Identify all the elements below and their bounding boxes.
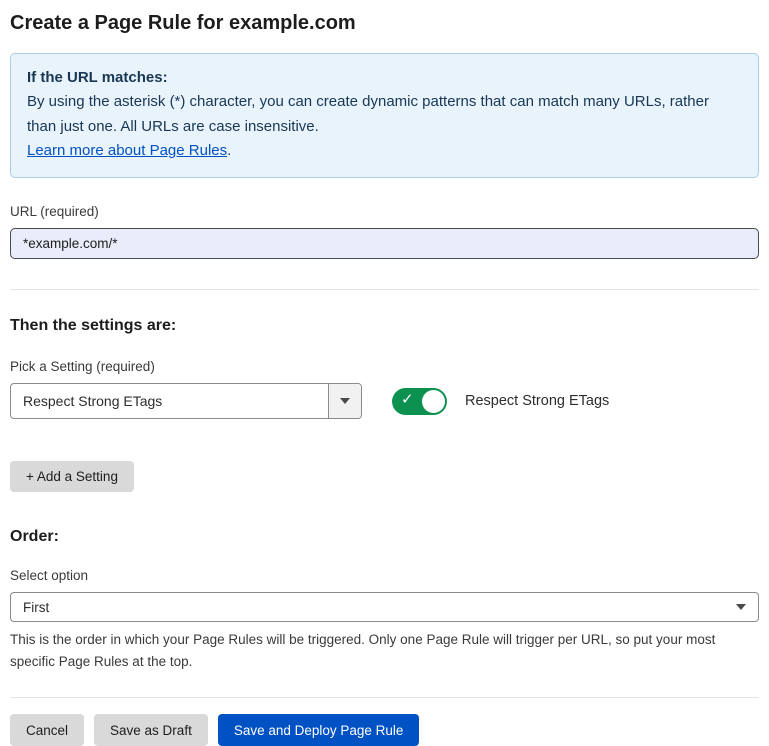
chevron-down-icon <box>736 604 746 610</box>
setting-select-value: Respect Strong ETags <box>11 384 328 418</box>
info-box-heading: If the URL matches: <box>27 66 742 90</box>
order-section-heading: Order: <box>10 528 759 546</box>
footer-actions: Cancel Save as Draft Save and Deploy Pag… <box>10 714 759 746</box>
check-icon: ✓ <box>401 393 410 407</box>
etags-toggle-label: Respect Strong ETags <box>465 393 609 409</box>
add-setting-button[interactable]: + Add a Setting <box>10 461 134 492</box>
page-title: Create a Page Rule for example.com <box>10 12 759 35</box>
toggle-knob <box>422 390 445 413</box>
order-select[interactable]: First <box>10 592 759 622</box>
save-draft-button[interactable]: Save as Draft <box>94 714 208 746</box>
url-field-label: URL (required) <box>10 204 759 219</box>
footer-divider <box>10 697 759 698</box>
etags-toggle-group: ✓ Respect Strong ETags <box>392 388 609 415</box>
info-box-link-line: Learn more about Page Rules. <box>27 139 742 163</box>
learn-more-link[interactable]: Learn more about Page Rules <box>27 142 227 159</box>
pick-setting-label: Pick a Setting (required) <box>10 359 759 374</box>
link-period: . <box>227 142 231 159</box>
settings-section-heading: Then the settings are: <box>10 317 759 335</box>
cancel-button[interactable]: Cancel <box>10 714 84 746</box>
setting-select-caret-button[interactable] <box>328 384 361 418</box>
order-select-value: First <box>23 600 736 615</box>
section-divider <box>10 289 759 290</box>
setting-select[interactable]: Respect Strong ETags <box>10 383 362 419</box>
setting-row: Respect Strong ETags ✓ Respect Strong ET… <box>10 383 759 419</box>
save-deploy-button[interactable]: Save and Deploy Page Rule <box>218 714 420 746</box>
url-input[interactable] <box>10 228 759 259</box>
chevron-down-icon <box>340 398 350 404</box>
order-select-label: Select option <box>10 568 759 583</box>
order-help-text: This is the order in which your Page Rul… <box>10 629 755 672</box>
etags-toggle[interactable]: ✓ <box>392 388 447 415</box>
url-match-info-box: If the URL matches: By using the asteris… <box>10 53 759 178</box>
info-box-body: By using the asterisk (*) character, you… <box>27 90 742 139</box>
